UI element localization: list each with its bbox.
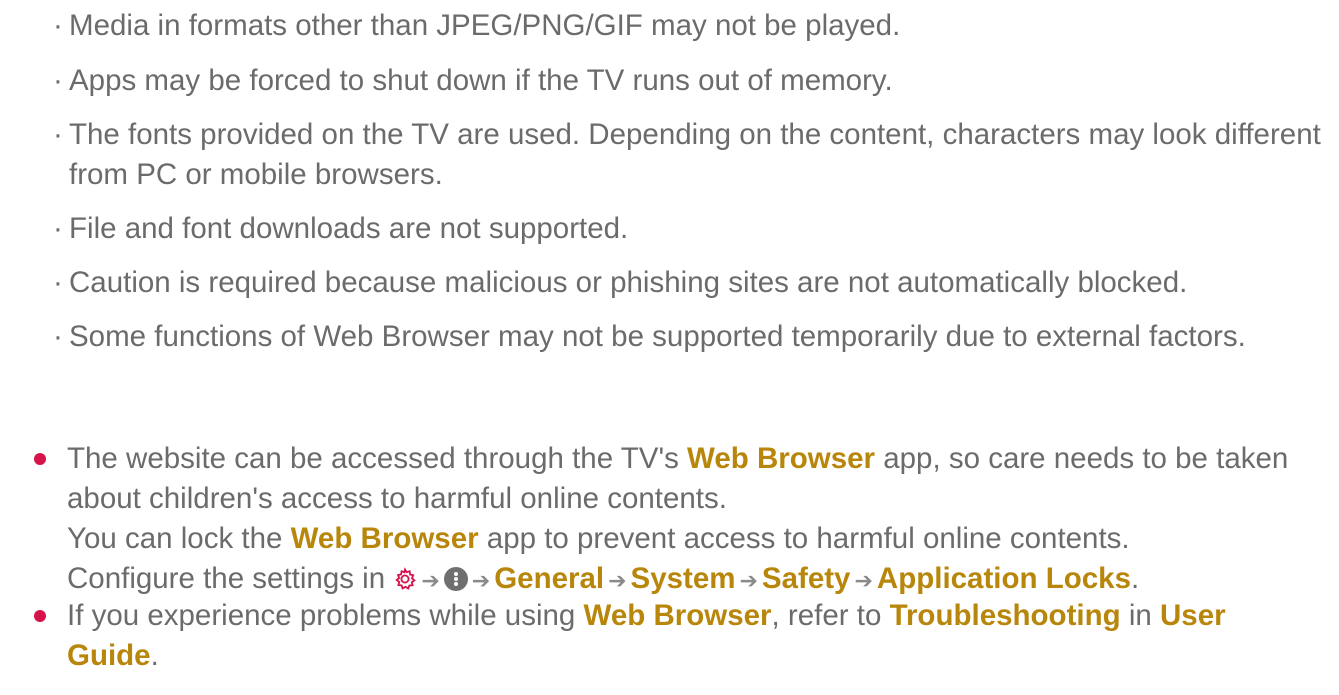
arrow-icon: ➔ <box>471 568 491 593</box>
path-application-locks: Application Locks <box>876 562 1131 595</box>
arrow-icon: ➔ <box>421 568 440 593</box>
list-item: · Media in formats other than JPEG/PNG/GI… <box>53 6 1323 46</box>
web-browser-term: Web Browser <box>583 599 772 632</box>
list-item-text: Apps may be forced to shut down if the T… <box>69 64 893 97</box>
path-general: General <box>494 562 605 595</box>
note-text: , refer to <box>771 599 890 632</box>
sub-bullet: · <box>53 266 63 299</box>
sub-bullet: · <box>53 118 63 151</box>
note-text: If you experience problems while using <box>67 599 584 632</box>
bullet-dot <box>34 610 46 622</box>
note-paragraph-3: If you experience problems while using W… <box>67 596 1322 676</box>
note-text: You can lock the <box>67 522 291 555</box>
bullet-dot <box>34 453 46 465</box>
sub-bullet: · <box>53 64 63 97</box>
path-safety: Safety <box>761 562 851 595</box>
settings-path: Configure the settings in ➔ ➔ General ➔ Syst… <box>67 559 1322 601</box>
list-item-text: Media in formats other than JPEG/PNG/GIF… <box>69 9 901 42</box>
list-item-text: The fonts provided on the TV are used. D… <box>69 118 1321 191</box>
arrow-icon: ➔ <box>608 568 627 593</box>
list-item: · Caution is required because malicious o… <box>53 263 1323 303</box>
list-item-text: File and font downloads are not supporte… <box>69 212 629 245</box>
list-item: · Some functions of Web Browser may not b… <box>53 317 1323 357</box>
note-item-troubleshooting: If you experience problems while using W… <box>32 596 1322 676</box>
list-item: · File and font downloads are not support… <box>53 209 1323 249</box>
gear-icon <box>393 562 417 590</box>
web-browser-term: Web Browser <box>290 522 479 555</box>
more-options-icon <box>443 567 468 591</box>
note-text: . <box>1130 562 1140 595</box>
note-text: in <box>1120 599 1160 632</box>
list-item: · The fonts provided on the TV are used. … <box>53 115 1323 195</box>
note-item-web-browser-access: The website can be accessed through the … <box>32 439 1322 601</box>
path-system: System <box>630 562 736 595</box>
arrow-icon: ➔ <box>854 568 873 593</box>
web-browser-term: Web Browser <box>687 442 876 475</box>
troubleshooting-term: Troubleshooting <box>889 599 1121 632</box>
note-text: The website can be accessed through the … <box>67 442 688 475</box>
note-text: . <box>150 639 159 672</box>
sub-bullet: · <box>53 320 63 353</box>
sub-bullet: · <box>53 212 63 245</box>
list-item: · Apps may be forced to shut down if the … <box>53 61 1323 101</box>
arrow-icon: ➔ <box>739 568 758 593</box>
note-text: Configure the settings in <box>67 562 394 595</box>
list-item-text: Some functions of Web Browser may not be… <box>69 320 1246 353</box>
sub-bullet: · <box>53 9 63 42</box>
list-item-text: Caution is required because malicious or… <box>69 266 1188 299</box>
note-paragraph-2: You can lock the Web Browser app to prev… <box>67 519 1322 559</box>
note-paragraph-1: The website can be accessed through the … <box>67 439 1322 519</box>
note-text: app to prevent access to harmful online … <box>478 522 1130 555</box>
